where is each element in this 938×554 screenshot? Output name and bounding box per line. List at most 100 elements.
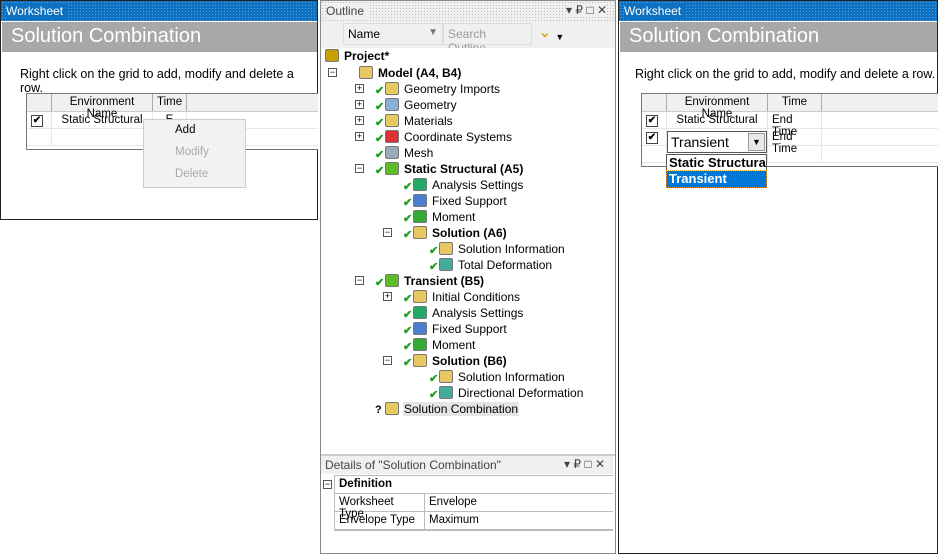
search-chevron-icon[interactable]: ⌄: [538, 23, 551, 45]
status-check-icon: ✔: [403, 293, 413, 305]
tree-item[interactable]: − ✔ Transient (B5): [321, 273, 611, 289]
outline-toolbar: Name ▼ Search Outline ⌄ ▼: [343, 23, 564, 55]
context-menu: Add Modify Delete: [143, 119, 246, 188]
details-title: Details of "Solution Combination": [325, 458, 501, 472]
tree-item-label: Fixed Support: [432, 194, 507, 208]
maximize-icon[interactable]: □: [586, 3, 593, 17]
menu-item-add[interactable]: Add: [144, 120, 245, 142]
time-cell[interactable]: End Time: [768, 112, 822, 138]
details-value[interactable]: Maximum: [425, 512, 483, 529]
tree-item[interactable]: ✔ Moment: [321, 337, 611, 353]
details-value[interactable]: Envelope: [425, 494, 481, 511]
tree-item[interactable]: + ✔ Coordinate Systems: [321, 129, 611, 145]
materials-icon: [385, 114, 399, 127]
tree-item[interactable]: ✔ Solution Information: [321, 241, 611, 257]
status-check-icon: ✔: [403, 181, 413, 193]
tree-item[interactable]: ✔ Mesh: [321, 145, 611, 161]
column-header-time[interactable]: Time: [768, 94, 822, 111]
dropdown-option[interactable]: Static Structural: [667, 155, 766, 171]
close-icon[interactable]: ✕: [595, 457, 605, 471]
menu-item-modify[interactable]: Modify: [144, 142, 245, 164]
expand-icon[interactable]: +: [355, 100, 364, 109]
status-check-icon: ✔: [375, 277, 385, 289]
details-row[interactable]: Worksheet Type Envelope: [335, 494, 613, 520]
tree-item[interactable]: − ✔ Solution (A6): [321, 225, 611, 241]
left-worksheet-titlebar: Worksheet: [1, 1, 317, 21]
dropdown-list: Static Structural Transient: [666, 154, 767, 188]
fixed-support-icon: [413, 194, 427, 207]
tree-item[interactable]: − ✔ Static Structural (A5): [321, 161, 611, 177]
deformation-icon: [439, 386, 453, 399]
details-row[interactable]: Envelope Type Maximum: [335, 512, 613, 530]
env-cell[interactable]: Static Structural: [52, 112, 153, 128]
tree-item[interactable]: + ✔ Geometry Imports: [321, 81, 611, 97]
table-row[interactable]: ✔ Static Structural End Time: [642, 112, 938, 138]
collapse-icon[interactable]: −: [383, 356, 392, 365]
deformation-icon: [439, 258, 453, 271]
chevron-down-icon[interactable]: ▼: [748, 133, 765, 151]
collapse-icon[interactable]: −: [355, 276, 364, 285]
solution-icon: [413, 226, 427, 239]
tree-item-label: Transient (B5): [404, 274, 485, 288]
collapse-icon[interactable]: −: [355, 164, 364, 173]
tree-item[interactable]: ✔ Analysis Settings: [321, 305, 611, 321]
tree-item[interactable]: − Model (A4, B4): [321, 65, 611, 81]
maximize-icon[interactable]: □: [584, 457, 591, 471]
details-group-definition[interactable]: Definition: [335, 476, 396, 493]
left-worksheet-panel: Worksheet Solution Combination Right cli…: [0, 0, 318, 220]
pin-icon[interactable]: ₽: [573, 457, 581, 471]
solution-information-icon: [439, 242, 453, 255]
right-worksheet-titlebar: Worksheet: [619, 1, 937, 21]
pin-icon[interactable]: ₽: [575, 3, 583, 17]
tree-item[interactable]: ✔ Moment: [321, 209, 611, 225]
dropdown-option-selected[interactable]: Transient: [666, 170, 767, 188]
search-outline-input[interactable]: Search Outline: [443, 23, 532, 55]
tree-item[interactable]: Project*: [321, 48, 611, 64]
expand-icon[interactable]: +: [355, 84, 364, 93]
environment-dropdown[interactable]: Transient ▼: [667, 131, 767, 153]
column-header-time[interactable]: Time: [153, 94, 187, 111]
dropdown-icon[interactable]: ▾: [566, 3, 572, 17]
collapse-definition-icon[interactable]: −: [323, 480, 332, 489]
dropdown-value: Transient: [671, 134, 729, 150]
tree-item[interactable]: ✔ Total Deformation: [321, 257, 611, 273]
tree-item[interactable]: ✔ Analysis Settings: [321, 177, 611, 193]
tree-item[interactable]: + ✔ Initial Conditions: [321, 289, 611, 305]
expand-icon[interactable]: +: [355, 116, 364, 125]
tree-item[interactable]: − ✔ Solution (B6): [321, 353, 611, 369]
tree-item-label: Static Structural (A5): [404, 162, 524, 176]
tree-item[interactable]: ✔ Directional Deformation: [321, 385, 611, 401]
row-checkbox[interactable]: ✔: [646, 132, 658, 144]
collapse-icon[interactable]: −: [328, 68, 337, 77]
tree-item[interactable]: ✔ Solution Information: [321, 369, 611, 385]
time-cell[interactable]: End Time: [768, 129, 822, 155]
static-structural-icon: [385, 162, 399, 175]
expand-icon[interactable]: +: [383, 292, 392, 301]
tree-item[interactable]: + ✔ Geometry: [321, 97, 611, 113]
tree-item-label: Materials: [404, 114, 453, 128]
expand-icon[interactable]: +: [355, 132, 364, 141]
tree-item[interactable]: ✔ Fixed Support: [321, 321, 611, 337]
moment-icon: [413, 210, 427, 223]
close-icon[interactable]: ✕: [597, 3, 607, 17]
details-label: Envelope Type: [335, 512, 425, 529]
tree-item-label: Solution Combination: [403, 402, 520, 416]
status-check-icon: ✔: [429, 373, 439, 385]
tree-item[interactable]: ? Solution Combination: [321, 401, 611, 417]
dropdown-icon[interactable]: ▾: [564, 457, 570, 471]
left-worksheet-header: Solution Combination: [2, 22, 317, 52]
column-header-env[interactable]: Environment Name: [667, 94, 768, 120]
filter-select[interactable]: Name ▼: [343, 23, 443, 45]
tree-item[interactable]: ✔ Fixed Support: [321, 193, 611, 209]
env-cell[interactable]: Static Structural: [667, 112, 768, 128]
tree-item[interactable]: + ✔ Materials: [321, 113, 611, 129]
status-check-icon: ✔: [403, 325, 413, 337]
collapse-icon[interactable]: −: [383, 228, 392, 237]
tree-item-label: Analysis Settings: [432, 178, 524, 192]
status-check-icon: ✔: [403, 341, 413, 353]
column-header-env[interactable]: Environment Name: [52, 94, 153, 120]
row-checkbox[interactable]: ✔: [646, 115, 658, 127]
menu-item-delete[interactable]: Delete: [144, 164, 245, 186]
toolbar-dropdown-icon[interactable]: ▼: [555, 32, 564, 45]
row-checkbox[interactable]: ✔: [31, 115, 43, 127]
